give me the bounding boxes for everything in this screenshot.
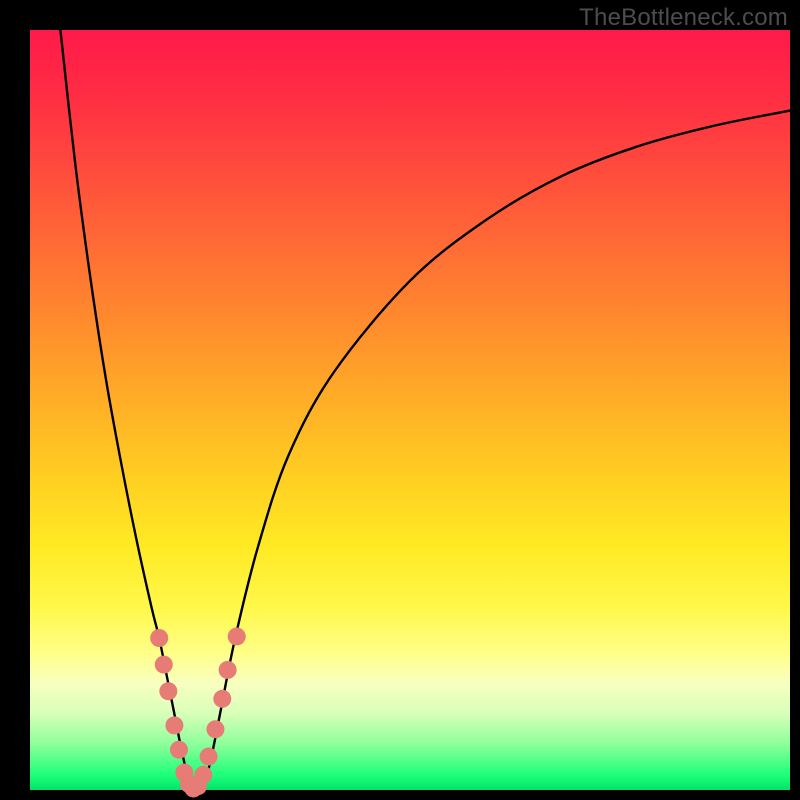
data-marker bbox=[219, 661, 237, 679]
chart-svg bbox=[30, 30, 790, 790]
data-marker bbox=[200, 748, 218, 766]
data-marker bbox=[155, 656, 173, 674]
data-marker bbox=[159, 682, 177, 700]
main-curve bbox=[60, 30, 790, 790]
data-marker bbox=[228, 627, 246, 645]
data-marker bbox=[194, 766, 212, 784]
watermark-text: TheBottleneck.com bbox=[579, 4, 788, 32]
chart-frame: TheBottleneck.com bbox=[0, 0, 800, 800]
data-marker bbox=[150, 629, 168, 647]
data-marker bbox=[165, 716, 183, 734]
data-marker bbox=[213, 690, 231, 708]
data-marker bbox=[170, 741, 188, 759]
plot-area bbox=[30, 30, 790, 790]
data-marker bbox=[206, 720, 224, 738]
